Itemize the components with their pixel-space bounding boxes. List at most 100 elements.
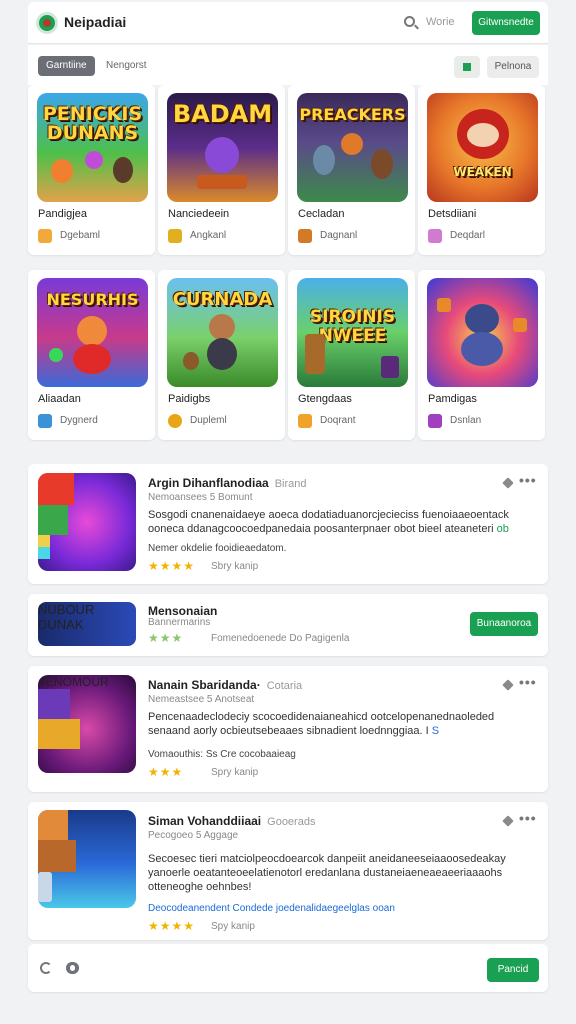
game-description: Secoesec tieri matciolpeocdoearcok danpe… (148, 853, 506, 893)
game-name: Paidigbs (168, 393, 211, 405)
description-text: Sosgodi cnanenaidaeye aoeca dodatiaduano… (148, 509, 509, 535)
tab-bar: Garntiine Nengorst Pelnona (28, 45, 548, 85)
footer-action-button[interactable]: Pancid (487, 958, 539, 982)
game-art: VENOMOUR (38, 675, 136, 773)
game-meta: Deqdarl (450, 230, 486, 241)
game-art (427, 278, 538, 387)
game-subtitle: Cotaria (266, 680, 303, 692)
game-name: Pandigjea (38, 208, 87, 220)
game-art: SIROINIS NWEEE (297, 278, 408, 387)
game-meta: Pecogoeo 5 Aggage (148, 830, 239, 841)
game-title: Argin Dihanflanodiaa Birand (148, 476, 306, 490)
game-art: NESURHIS (37, 278, 148, 387)
star-rating: ★★★★ (148, 919, 196, 933)
chat-icon[interactable] (66, 962, 79, 974)
game-art-title: VENOMOUR (38, 675, 109, 689)
game-meta: Doqrant (320, 415, 356, 426)
game-extra: Vomaouthis: Ss Cre cocobaaieag (148, 749, 296, 760)
gift-icon (168, 229, 182, 243)
tab-active[interactable]: Garntiine (38, 56, 95, 76)
game-list-item[interactable]: Argin Dihanflanodiaa Birand ••• Nemoansee… (28, 464, 548, 584)
game-title: Siman Vohanddiiaai Gooerads (148, 814, 315, 828)
game-title: Nanain Sbaridanda· Cotaria (148, 678, 302, 692)
game-art-title: WEAKEN (453, 165, 512, 179)
game-art-title: NESURHIS (46, 290, 139, 309)
app-logo-icon[interactable] (36, 12, 58, 34)
game-title-text: Siman Vohanddiiaai (148, 814, 262, 828)
game-description: Pencenaadeclodeciy scocoedidenaianeahicd… (148, 710, 524, 738)
game-name: Aliaadan (38, 393, 81, 405)
game-art: BADAM (167, 93, 278, 202)
game-meta: Dsnlan (450, 415, 482, 426)
rating-note: Spy kanip (211, 921, 255, 932)
game-tile[interactable]: Pamdigas Dsnlan (418, 270, 545, 440)
install-button[interactable]: Bunaanoroa (470, 612, 538, 636)
game-art-title: PREACKERS (299, 105, 406, 124)
plus-icon (38, 229, 52, 243)
pin-icon[interactable] (502, 679, 514, 691)
game-name: Nanciedeein (168, 208, 230, 220)
game-meta: Dygnerd (60, 415, 98, 426)
game-subtitle: Gooerads (267, 816, 316, 828)
game-title-text: Argin Dihanflanodiaa (148, 476, 269, 490)
game-meta: Dagnanl (320, 230, 358, 241)
game-tile[interactable]: NESURHIS Aliaadan Dygnerd (28, 270, 155, 440)
pin-icon[interactable] (502, 477, 514, 489)
game-tile[interactable]: CURNADA Paidigbs Dupleml (158, 270, 285, 440)
game-tile[interactable]: WEAKEN Detsdiiani Deqdarl (418, 85, 545, 255)
game-meta: Nemoansees 5 Bomunt (148, 492, 253, 503)
game-meta: Nemeastsee 5 Anotseat (148, 694, 255, 705)
game-art-title: PENICKIS DUNANS (42, 103, 143, 144)
star-rating: ★★★ (148, 631, 184, 645)
search-label[interactable]: Worie (426, 16, 455, 28)
screen-icon (38, 414, 52, 428)
refresh-icon[interactable] (40, 962, 52, 974)
game-tile[interactable]: BADAM Nanciedeein Angkanl (158, 85, 285, 255)
more-options-icon[interactable]: ••• (519, 472, 537, 488)
box-icon (298, 229, 312, 243)
game-art (38, 473, 136, 571)
coin-icon (168, 414, 182, 428)
filter-button[interactable] (454, 56, 480, 78)
app-header: Neipadiai Worie Gitwnsnedte (28, 2, 548, 44)
bird-icon (298, 414, 312, 428)
game-art: CURNADA (167, 278, 278, 387)
game-art: NUBOUR DUNAK (38, 602, 136, 646)
game-meta: Dupleml (190, 415, 227, 426)
sort-button[interactable]: Pelnona (487, 56, 539, 78)
header-action-button[interactable]: Gitwnsnedte (472, 11, 540, 35)
flower-icon (428, 229, 442, 243)
game-list-item[interactable]: VENOMOUR Nanain Sbaridanda· Cotaria ••• N… (28, 666, 548, 792)
game-list-item[interactable]: NUBOUR DUNAK Mensonaian Bannermarins ★★★… (28, 594, 548, 656)
footer-bar: Pancid (28, 944, 548, 992)
game-art: PENICKIS DUNANS (37, 93, 148, 202)
game-name: Detsdiiani (428, 208, 477, 220)
game-meta: Dgebaml (60, 230, 101, 241)
game-name: Cecladan (298, 208, 345, 220)
more-options-icon[interactable]: ••• (519, 674, 537, 690)
game-description: Sosgodi cnanenaidaeye aoeca dodatiaduano… (148, 508, 524, 536)
game-meta: Bannermarins (148, 617, 211, 628)
puzzle-icon (428, 414, 442, 428)
more-options-icon[interactable]: ••• (519, 810, 537, 826)
description-accent: ob (496, 523, 509, 535)
star-rating: ★★★ (148, 765, 184, 779)
game-tile[interactable]: SIROINIS NWEEE Gtengdaas Doqrant (288, 270, 415, 440)
game-list-item[interactable]: Siman Vohanddiiaai Gooerads ••• Pecogoeo … (28, 802, 548, 940)
description-accent: S (431, 725, 440, 737)
rating-note: Fomenedoenede Do Pagigenla (211, 633, 350, 644)
tab-other[interactable]: Nengorst (98, 56, 155, 76)
game-name: Pamdigas (428, 393, 477, 405)
game-art: WEAKEN (427, 93, 538, 202)
game-tile[interactable]: PENICKIS DUNANS Pandigjea Dgebaml (28, 85, 155, 255)
game-meta: Angkanl (190, 230, 227, 241)
game-extra: Deocodeanendent Condede joedenalidaegeel… (148, 903, 395, 914)
pin-icon[interactable] (502, 815, 514, 827)
game-tile[interactable]: PREACKERS Cecladan Dagnanl (288, 85, 415, 255)
app-title: Neipadiai (64, 14, 127, 30)
rating-note: Spry kanip (211, 767, 259, 778)
game-title: Mensonaian (148, 604, 218, 618)
description-text: Pencenaadeclodeciy scocoedidenaianeahicd… (148, 711, 495, 737)
game-art-title: NUBOUR DUNAK (38, 602, 95, 632)
search-icon[interactable] (404, 16, 415, 27)
